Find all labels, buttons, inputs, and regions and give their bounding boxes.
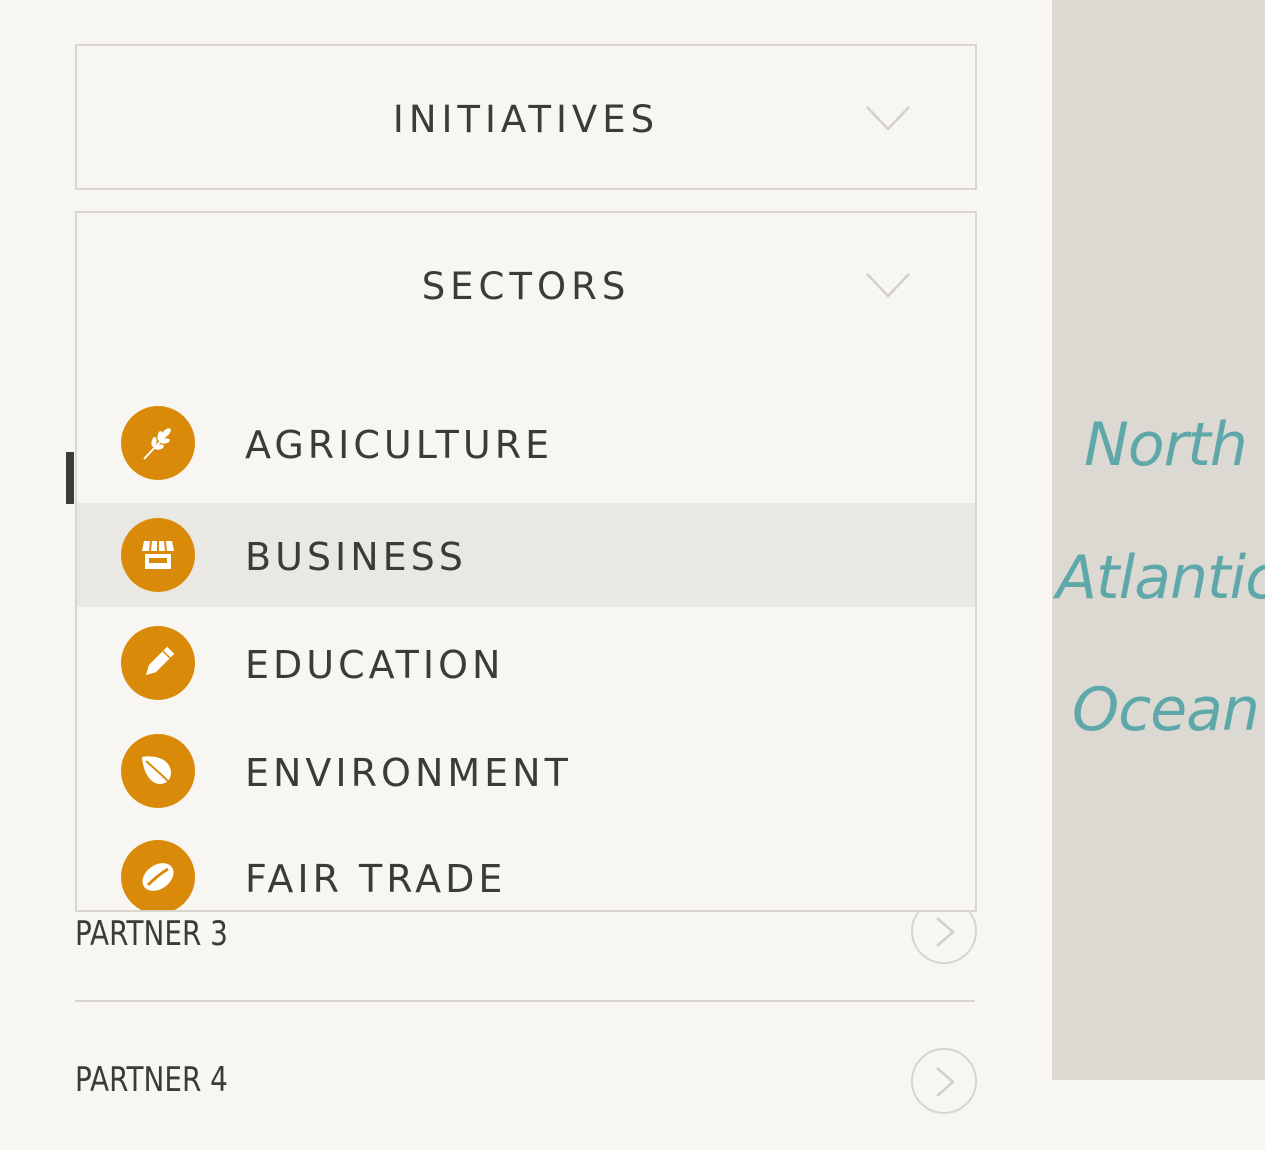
- menu-item-label: AGRICULTURE: [245, 423, 554, 467]
- sectors-label: SECTORS: [421, 265, 631, 308]
- partner-label: PARTNER 4: [75, 1060, 228, 1100]
- partner-list-peek: [66, 452, 74, 504]
- wheat-icon: [121, 406, 195, 480]
- initiatives-dropdown[interactable]: INITIATIVES: [75, 44, 977, 190]
- chevron-right-icon[interactable]: [911, 1048, 977, 1114]
- partner-label: PARTNER 3: [75, 914, 228, 954]
- partner-row[interactable]: PARTNER 4: [75, 1048, 977, 1150]
- menu-item-agriculture[interactable]: AGRICULTURE: [77, 391, 975, 495]
- chevron-down-icon: [865, 104, 911, 136]
- close-icon[interactable]: [1052, 0, 1265, 1080]
- sectors-dropdown[interactable]: SECTORS: [75, 211, 977, 357]
- chevron-down-icon: [865, 271, 911, 303]
- initiatives-label: INITIATIVES: [392, 98, 660, 141]
- menu-item-business[interactable]: BUSINESS: [77, 503, 975, 607]
- map-label-ocean: Ocean: [1072, 675, 1260, 745]
- sectors-menu[interactable]: AGRICULTURE BUSINESS EDUCATION ENVIRONME…: [75, 355, 977, 912]
- map-label-atlantic: Atlantic: [1056, 543, 1265, 613]
- menu-item-label: FAIR TRADE: [245, 857, 507, 901]
- leaf-icon: [121, 734, 195, 808]
- menu-item-label: ENVIRONMENT: [245, 751, 572, 795]
- menu-item-label: BUSINESS: [245, 535, 467, 579]
- menu-item-fair-trade[interactable]: FAIR TRADE: [77, 825, 975, 910]
- map-label-north: North: [1084, 410, 1248, 480]
- partner-row[interactable]: PARTNER 3: [75, 898, 977, 1002]
- pencil-icon: [121, 626, 195, 700]
- menu-item-education[interactable]: EDUCATION: [77, 611, 975, 715]
- coffee-bean-icon: [121, 840, 195, 910]
- storefront-icon: [121, 518, 195, 592]
- menu-item-environment[interactable]: ENVIRONMENT: [77, 719, 975, 823]
- menu-item-label: EDUCATION: [245, 643, 505, 687]
